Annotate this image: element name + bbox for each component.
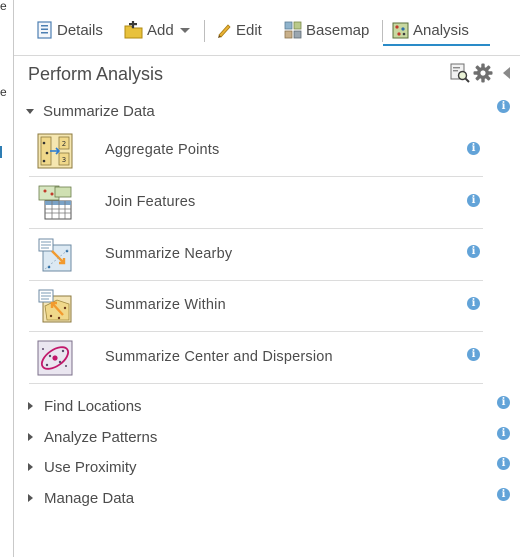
expand-triangle-icon [28,402,33,410]
tab-analysis[interactable]: Analysis [392,19,469,41]
chevron-down-icon [179,27,190,33]
aggregate-points-icon: 2 3 [37,133,73,169]
info-icon[interactable]: i [497,457,510,470]
section-label: Manage Data [44,489,135,507]
basemap-icon [284,21,302,39]
summarize-nearby-icon [38,238,72,272]
add-button[interactable]: Add [124,19,190,41]
tool-label: Summarize Nearby [105,246,233,262]
tool-summarize-nearby[interactable]: Summarize Nearby [29,229,483,281]
gear-icon[interactable] [473,63,493,83]
analysis-icon [392,22,409,38]
section-find-locations[interactable]: Find Locations [26,396,142,416]
left-edge-strip: e e [0,0,13,557]
join-features-icon [38,185,72,220]
left-edge-link-marker [0,146,2,158]
section-summarize-data[interactable]: Summarize Data [26,101,155,121]
section-analyze-patterns[interactable]: Analyze Patterns [26,427,157,447]
section-label: Use Proximity [44,458,137,476]
info-icon[interactable]: i [467,142,480,155]
panel-title: Perform Analysis [28,64,164,84]
edit-button[interactable]: Edit [216,19,262,41]
summarize-center-dispersion-icon [37,340,73,376]
browse-analysis-icon[interactable] [450,63,470,83]
info-icon[interactable]: i [497,427,510,440]
tool-summarize-center-dispersion[interactable]: Summarize Center and Dispersion [29,332,483,384]
add-data-icon [124,21,143,39]
map-toolbar: Details Add Edit Basemap Analysis [14,0,520,56]
tool-join-features[interactable]: Join Features [29,177,483,229]
info-icon[interactable]: i [497,100,510,113]
details-button[interactable]: Details [36,19,103,41]
svg-text:3: 3 [62,156,66,164]
basemap-label: Basemap [306,21,370,39]
section-label: Find Locations [44,397,142,415]
expand-triangle-icon [28,433,33,441]
info-icon[interactable]: i [497,396,510,409]
svg-text:2: 2 [62,140,66,148]
details-icon [37,21,52,39]
section-label: Analyze Patterns [44,428,158,446]
tool-label: Summarize Within [105,297,226,313]
left-edge-glyph-top: e [0,0,7,13]
active-tab-indicator [383,44,490,46]
tool-label: Join Features [105,194,196,210]
info-icon[interactable]: i [467,194,480,207]
info-icon[interactable]: i [467,245,480,258]
left-edge-glyph-mid: e [0,85,7,99]
summarize-within-icon [38,289,72,323]
basemap-button[interactable]: Basemap [284,19,369,41]
section-label: Summarize Data [43,102,155,120]
info-icon[interactable]: i [467,297,480,310]
tool-label: Summarize Center and Dispersion [105,349,333,365]
edit-label: Edit [236,21,262,39]
tool-aggregate-points[interactable]: 2 3 Aggregate Points [29,125,483,177]
tool-summarize-within[interactable]: Summarize Within [29,280,483,332]
map-viewer-page: e e Details Add Edit Basemap Analysis Pe… [0,0,520,557]
details-label: Details [57,21,103,39]
perform-analysis-panel: Perform Analysis i Summarize Data 2 3 Ag… [14,57,520,557]
section-manage-data[interactable]: Manage Data [26,488,134,508]
toolbar-separator [204,20,205,42]
expand-triangle-icon [26,108,34,114]
info-icon[interactable]: i [467,348,480,361]
tool-label: Aggregate Points [105,142,220,158]
info-icon[interactable]: i [497,488,510,501]
add-label: Add [147,21,174,39]
pencil-icon [218,24,231,38]
expand-triangle-icon [28,463,33,471]
expand-triangle-icon [28,494,33,502]
analysis-label: Analysis [413,21,469,39]
toolbar-separator [382,20,383,42]
section-use-proximity[interactable]: Use Proximity [26,457,137,477]
collapse-panel-button[interactable] [503,67,510,79]
